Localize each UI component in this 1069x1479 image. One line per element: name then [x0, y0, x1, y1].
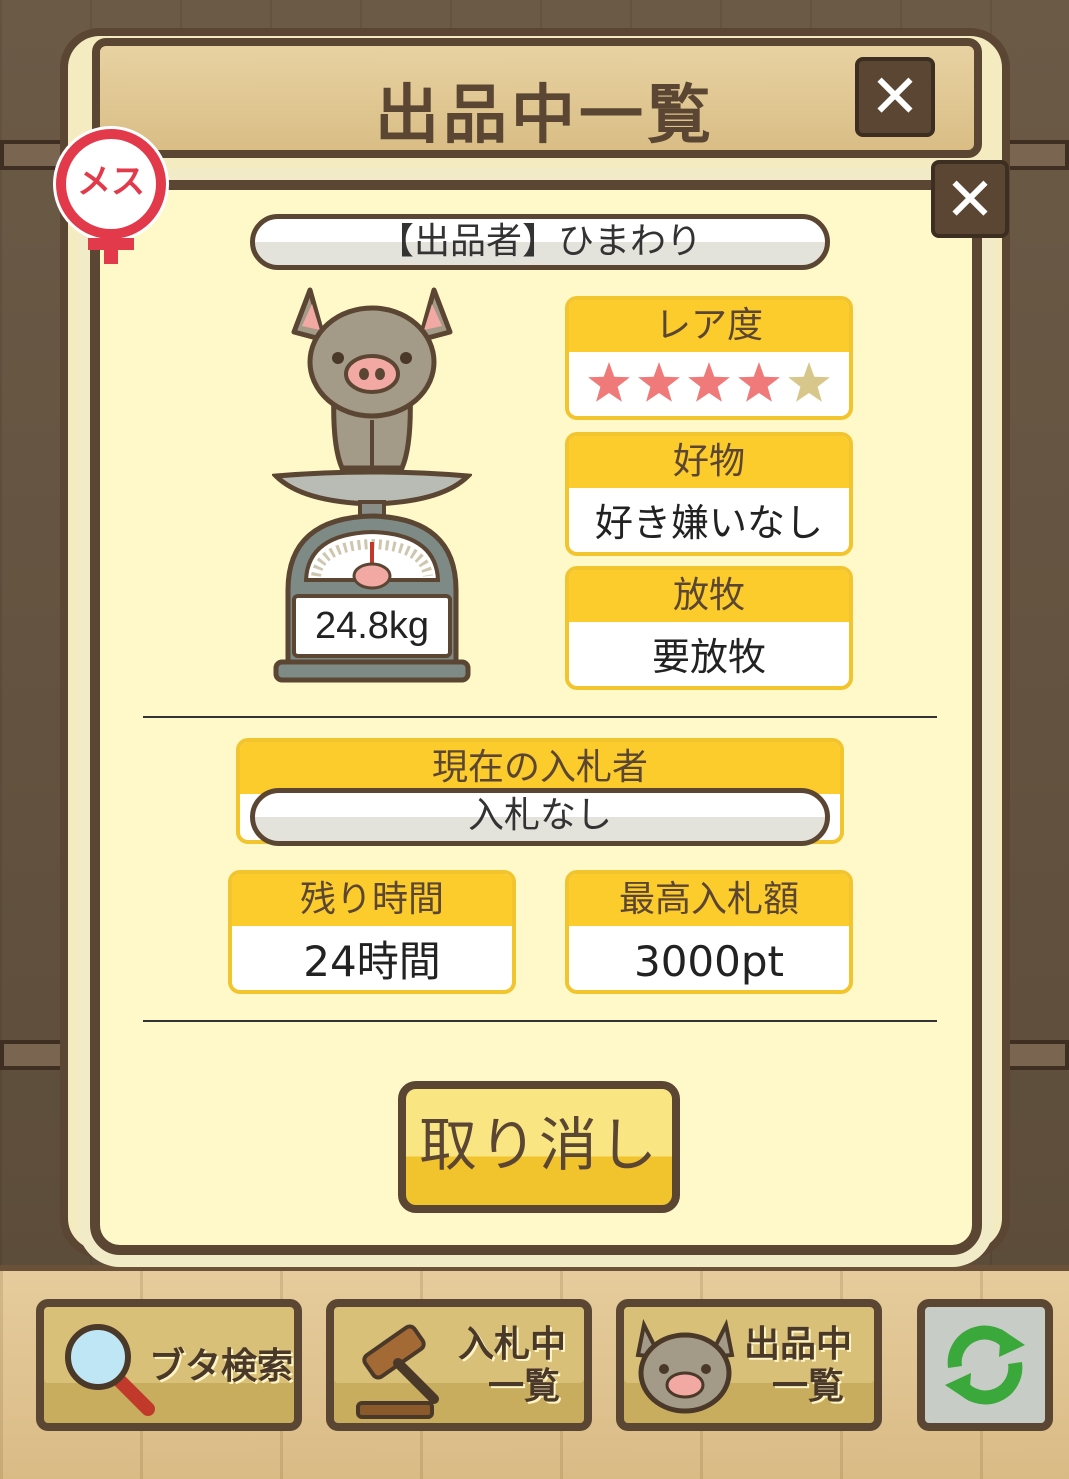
weight-display: 24.8kg [292, 594, 452, 658]
rarity-star-row [588, 362, 830, 402]
time-left-value: 24時間 [303, 937, 441, 986]
rarity-stars [569, 352, 849, 416]
nav-pig-search-button[interactable]: ブタ検索 [36, 1299, 302, 1431]
time-left-label: 残り時間 [232, 874, 512, 926]
seller-label: 【出品者】ひまわり [250, 214, 830, 270]
current-bidder-value: 入札なし [250, 788, 830, 846]
dialog-close-button[interactable]: ✕ [931, 160, 1009, 238]
female-badge: メス [48, 126, 174, 266]
star-filled-icon [588, 362, 630, 402]
grazing-value: 要放牧 [651, 635, 766, 679]
grazing-label: 放牧 [569, 570, 849, 622]
rarity-box: レア度 [565, 296, 853, 420]
nav-pig-search-label: ブタ検索 [148, 1346, 293, 1387]
star-empty-icon [788, 362, 830, 402]
refresh-icon [945, 1325, 1025, 1405]
grazing-box: 放牧 要放牧 [565, 566, 853, 690]
divider [143, 1020, 937, 1022]
nav-listing-list-label-2: 一覧 [771, 1366, 844, 1407]
nav-listing-list-button[interactable]: 出品中 一覧 [616, 1299, 882, 1431]
star-filled-icon [688, 362, 730, 402]
time-left-box: 残り時間 24時間 [228, 870, 516, 994]
favorite-food-value: 好き嫌いなし [594, 501, 823, 545]
pig-face-icon [635, 1318, 735, 1414]
rarity-label: レア度 [569, 300, 849, 352]
star-filled-icon [738, 362, 780, 402]
title-close-button[interactable]: ✕ [855, 57, 935, 137]
divider [143, 716, 937, 718]
nav-bidding-list-button[interactable]: 入札中 一覧 [326, 1299, 592, 1431]
magnifier-icon [65, 1324, 155, 1416]
current-bidder-label: 現在の入札者 [240, 742, 840, 794]
nav-listing-list-label-1: 出品中 [743, 1324, 852, 1365]
highest-bid-box: 最高入札額 3000pt [565, 870, 853, 994]
favorite-food-box: 好物 好き嫌いなし [565, 432, 853, 556]
nav-bidding-list-label-2: 一覧 [487, 1366, 560, 1407]
nav-bidding-list-label-1: 入札中 [457, 1324, 566, 1365]
gender-label: メス [77, 162, 145, 202]
cancel-listing-button[interactable]: 取り消し [398, 1081, 680, 1213]
title-board: 出品中一覧 [92, 38, 982, 158]
favorite-food-label: 好物 [569, 436, 849, 488]
refresh-button[interactable] [917, 1299, 1053, 1431]
highest-bid-label: 最高入札額 [569, 874, 849, 926]
gavel-icon [356, 1324, 439, 1419]
highest-bid-value: 3000pt [633, 937, 784, 986]
weight-value: 24.8kg [314, 605, 430, 647]
star-filled-icon [638, 362, 680, 402]
